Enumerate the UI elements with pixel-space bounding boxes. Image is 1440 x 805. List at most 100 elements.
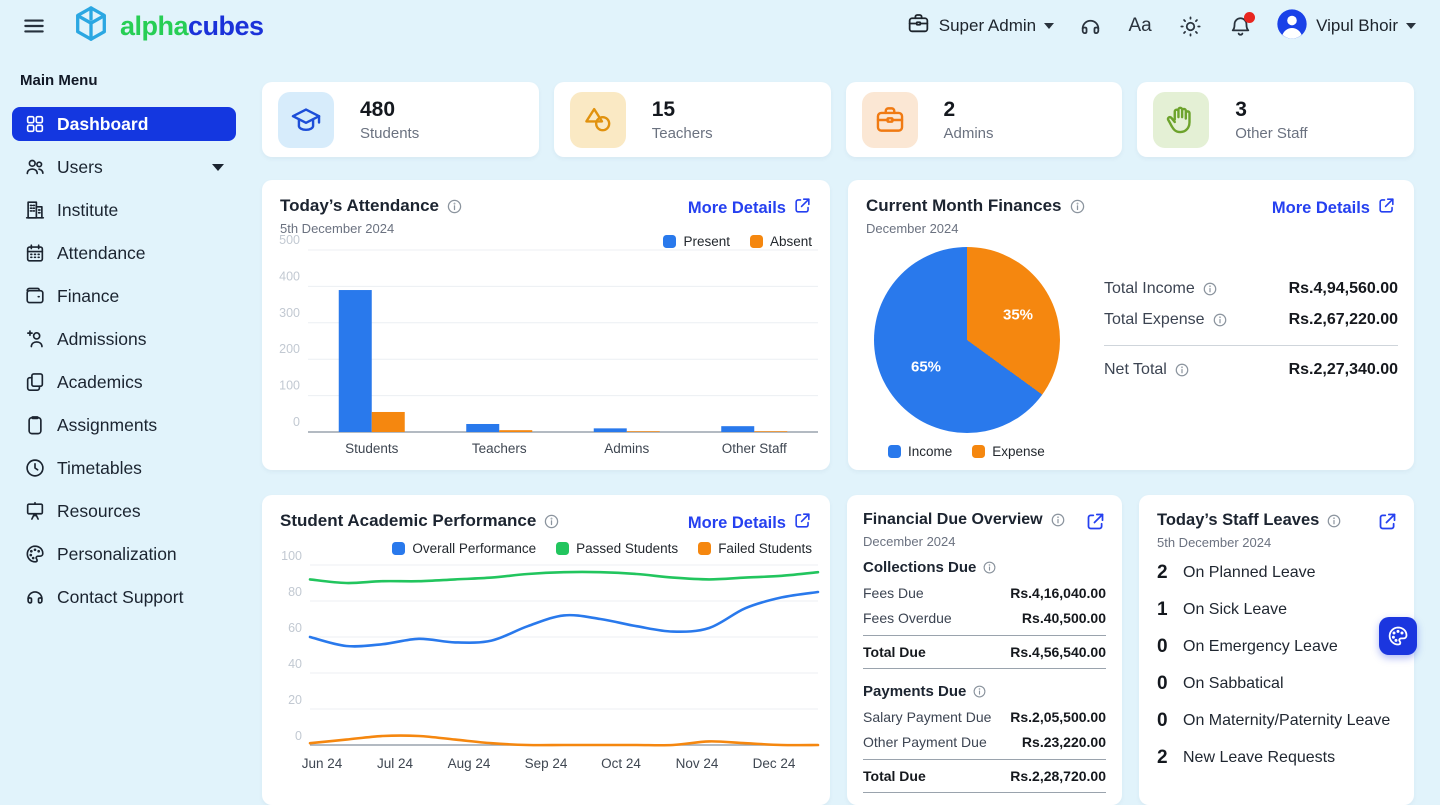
avatar [1276, 8, 1308, 45]
stat-card-admins: 2 Admins [846, 82, 1123, 157]
easel-icon [24, 500, 46, 522]
theme-customizer-button[interactable] [1379, 617, 1417, 655]
sidebar-item-personalization[interactable]: Personalization [12, 537, 236, 571]
sidebar-item-label: Dashboard [57, 114, 148, 135]
info-icon[interactable] [1212, 312, 1228, 328]
info-icon[interactable] [1069, 198, 1086, 215]
due-value: Rs.23,220.00 [1022, 734, 1106, 750]
due-row: Other Payment Due Rs.23,220.00 [863, 734, 1106, 750]
sidebar-item-users[interactable]: Users [12, 150, 236, 184]
stat-label: Admins [944, 125, 994, 142]
performance-legend: Overall PerformancePassed StudentsFailed… [280, 541, 812, 556]
info-icon[interactable] [543, 513, 560, 530]
pie-label-expense: 35% [1003, 307, 1033, 324]
total-expense-row: Total Expense Rs.2,67,220.00 [1104, 311, 1398, 329]
brand-logo[interactable]: alphacubes [70, 3, 264, 50]
finances-more-details-link[interactable]: More Details [1272, 196, 1396, 220]
leave-count: 2 [1157, 747, 1171, 769]
info-icon[interactable] [1326, 513, 1342, 529]
svg-text:Jul 24: Jul 24 [377, 756, 414, 771]
svg-text:80: 80 [288, 585, 302, 599]
info-icon[interactable] [972, 684, 987, 699]
chevron-down-icon [1044, 23, 1054, 29]
sidebar-item-dashboard[interactable]: Dashboard [12, 107, 236, 141]
legend-label: Income [908, 444, 952, 459]
due-value: Rs.2,05,500.00 [1010, 709, 1106, 725]
brand-part-alpha: alpha [120, 11, 188, 41]
wallet-icon [24, 285, 46, 307]
svg-text:Sep 24: Sep 24 [525, 756, 568, 771]
staff-leaves-open-button[interactable] [1377, 511, 1398, 532]
chevron-down-icon [212, 164, 224, 171]
user-menu[interactable]: Vipul Bhoir [1276, 8, 1416, 45]
sidebar-item-timetables[interactable]: Timetables [12, 451, 236, 485]
legend-swatch [556, 542, 569, 555]
top-header: alphacubes Super Admin Aa [0, 0, 1440, 52]
sidebar-item-assignments[interactable]: Assignments [12, 408, 236, 442]
due-section-payments-due: Payments Due Salary Payment Due Rs.2,05,… [863, 683, 1106, 793]
legend-item-absent: Absent [750, 234, 812, 249]
legend-swatch [888, 445, 901, 458]
theme-light-button[interactable] [1176, 12, 1204, 40]
due-label: Fees Overdue [863, 610, 952, 626]
sidebar-item-admissions[interactable]: Admissions [12, 322, 236, 356]
legend-item-passed-students: Passed Students [556, 541, 678, 556]
sidebar-item-academics[interactable]: Academics [12, 365, 236, 399]
info-icon[interactable] [1202, 281, 1218, 297]
leave-count: 0 [1157, 673, 1171, 695]
performance-more-details-link[interactable]: More Details [688, 511, 812, 535]
sidebar-item-institute[interactable]: Institute [12, 193, 236, 227]
sidebar-item-label: Resources [57, 501, 141, 522]
sidebar-item-label: Timetables [57, 458, 142, 479]
info-icon[interactable] [1174, 362, 1190, 378]
svg-text:Oct 24: Oct 24 [601, 756, 641, 771]
due-value: Rs.4,16,040.00 [1010, 585, 1106, 601]
sidebar-item-label: Assignments [57, 415, 157, 436]
role-label: Super Admin [939, 16, 1036, 36]
legend-label: Expense [992, 444, 1045, 459]
stat-value: 3 [1235, 97, 1307, 122]
leave-count: 1 [1157, 599, 1171, 621]
sidebar-item-label: Admissions [57, 329, 146, 350]
stat-label: Students [360, 125, 419, 142]
pie-label-income: 65% [911, 359, 941, 376]
users-icon [24, 156, 46, 178]
headset-icon [24, 586, 46, 608]
legend-item-failed-students: Failed Students [698, 541, 812, 556]
financial-due-open-button[interactable] [1085, 511, 1106, 532]
person-add-icon [24, 328, 46, 350]
sidebar-item-attendance[interactable]: Attendance [12, 236, 236, 270]
svg-text:0: 0 [293, 415, 300, 429]
sidebar-item-contact-support[interactable]: Contact Support [12, 580, 236, 614]
main-content: 480 Students 15 Teachers 2 Admins 3 Othe… [262, 82, 1414, 805]
legend-label: Present [683, 234, 730, 249]
sidebar-item-finance[interactable]: Finance [12, 279, 236, 313]
menu-toggle-button[interactable] [20, 12, 48, 40]
leave-row-on-sabbatical: 0 On Sabbatical [1157, 673, 1398, 695]
role-selector[interactable]: Super Admin [906, 11, 1054, 41]
leave-row-on-emergency-leave: 0 On Emergency Leave [1157, 636, 1398, 658]
info-icon[interactable] [446, 198, 463, 215]
net-total-row: Net Total Rs.2,27,340.00 [1104, 361, 1398, 379]
due-section-heading: Collections Due [863, 559, 1106, 576]
info-icon[interactable] [982, 560, 997, 575]
attendance-legend: Present Absent [663, 234, 812, 249]
finance-summary: Total Income Rs.4,94,560.00 Total Expens… [1104, 280, 1398, 392]
attendance-more-details-link[interactable]: More Details [688, 196, 812, 220]
svg-text:40: 40 [288, 657, 302, 671]
sidebar-item-label: Finance [57, 286, 119, 307]
due-section-collections-due: Collections Due Fees Due Rs.4,16,040.00 … [863, 559, 1106, 669]
support-button[interactable] [1076, 12, 1104, 40]
leave-row-on-planned-leave: 2 On Planned Leave [1157, 562, 1398, 584]
notifications-button[interactable] [1226, 12, 1254, 40]
stat-value: 480 [360, 97, 419, 122]
due-label: Fees Due [863, 585, 924, 601]
stat-card-students: 480 Students [262, 82, 539, 157]
briefcase-icon [906, 11, 931, 41]
due-row: Salary Payment Due Rs.2,05,500.00 [863, 709, 1106, 725]
brand-name: alphacubes [120, 11, 264, 42]
info-icon[interactable] [1050, 512, 1066, 528]
font-size-button[interactable]: Aa [1126, 12, 1154, 40]
sidebar-item-resources[interactable]: Resources [12, 494, 236, 528]
stats-row: 480 Students 15 Teachers 2 Admins 3 Othe… [262, 82, 1414, 157]
